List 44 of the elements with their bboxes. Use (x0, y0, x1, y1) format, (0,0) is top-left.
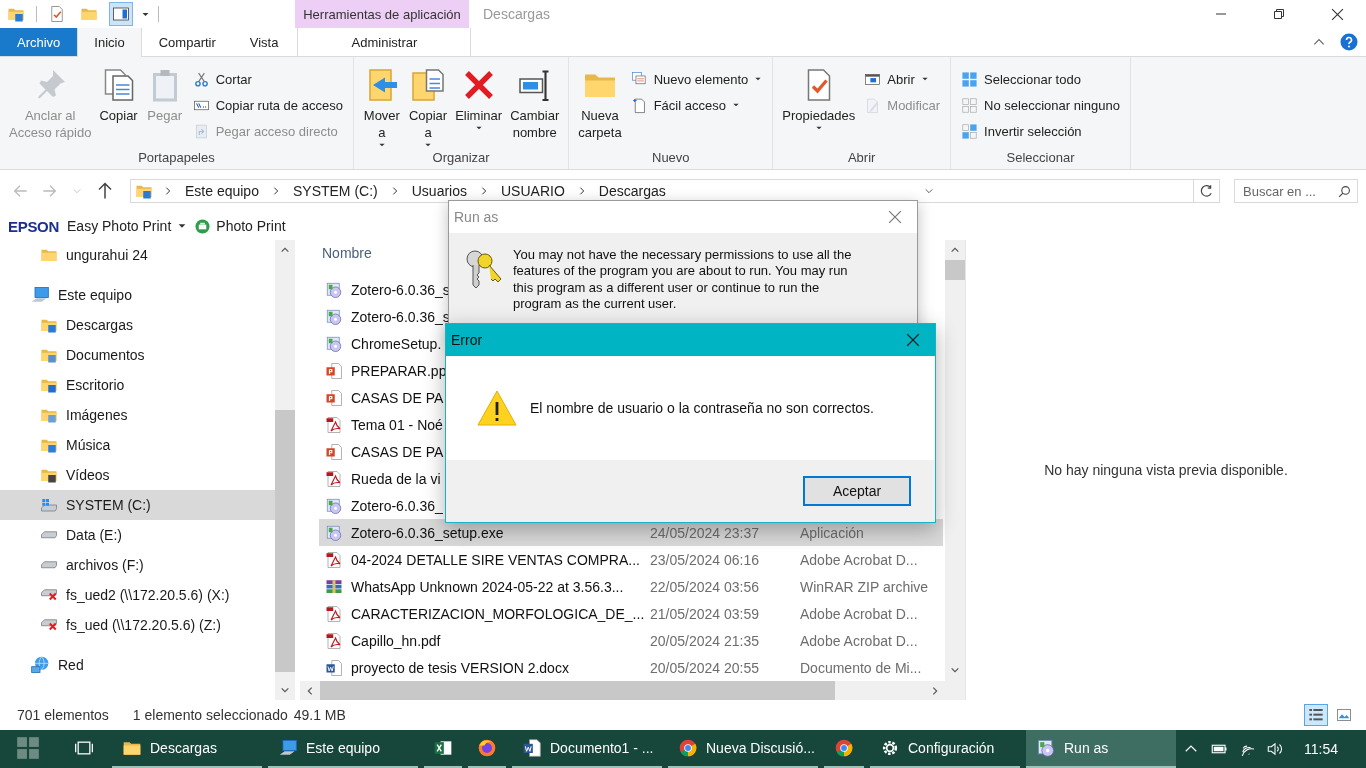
group-label: Portapapeles (137, 150, 216, 167)
item-count: 701 elementos (17, 707, 109, 723)
file-date: 22/05/2024 03:56 (650, 578, 760, 595)
clock: 11:54 (1304, 741, 1338, 757)
group-label: Abrir (846, 150, 877, 167)
context-tab-header: Herramientas de aplicación (295, 0, 469, 28)
dialog-message: You may not have the necessary permissions to use all the features of the program you are about to run. You may run this program as a different user or continue to run the program as the current user. (513, 247, 853, 313)
group-label: Seleccionar (1005, 150, 1076, 167)
file-date: 21/05/2024 03:59 (650, 605, 760, 622)
file-name: CARACTERIZACION_MORFOLOGICA_DE_... (351, 605, 645, 622)
file-name: proyecto de tesis VERSION 2.docx (351, 659, 569, 676)
file-date: 20/05/2024 21:35 (650, 632, 760, 649)
file-name: WhatsApp Unknown 2024-05-22 at 3.56.3... (351, 578, 624, 595)
file-name: Rueda de la vi (351, 470, 441, 487)
file-name: Zotero-6.0.36_setup.exe (351, 524, 504, 541)
file-name: Zotero-6.0.36_ (351, 497, 443, 514)
file-name: Tema 01 - Noé (351, 416, 443, 433)
selection-size: 49.1 MB (293, 707, 346, 723)
file-name: PREPARAR.pp (351, 362, 447, 379)
file-name: Zotero-6.0.36_s (351, 308, 450, 325)
file-type: Adobe Acrobat D... (800, 551, 918, 568)
group-label: Nuevo (651, 150, 691, 167)
file-type: Adobe Acrobat D... (800, 632, 918, 649)
file-name: Zotero-6.0.36_s (351, 281, 450, 298)
dialog-title: Run as (454, 209, 499, 225)
file-type: Adobe Acrobat D... (800, 605, 918, 622)
file-type: WinRAR ZIP archive (800, 578, 929, 595)
file-name: 04-2024 DETALLE SIRE VENTAS COMPRA... (351, 551, 640, 568)
dialog-message: El nombre de usuario o la contraseña no son correctos. (530, 400, 874, 416)
file-date: 20/05/2024 20:55 (650, 659, 760, 676)
file-name: Capillo_hn.pdf (351, 632, 441, 649)
selection-info: 1 elemento seleccionado (132, 707, 288, 723)
preview-message: No hay ninguna vista previa disponible. (1044, 462, 1288, 478)
window-title: Descargas (483, 5, 551, 24)
file-name: CASAS DE PA (351, 443, 444, 460)
file-name: ChromeSetup. (351, 335, 442, 352)
brand-logo: EPSON (8, 217, 59, 235)
file-date: 24/05/2024 23:37 (650, 524, 760, 541)
file-date: 23/05/2024 06:16 (650, 551, 760, 568)
file-type: Documento de Mi... (800, 659, 922, 676)
file-name: CASAS DE PA (351, 389, 444, 406)
file-type: Aplicación (800, 524, 864, 541)
group-label: Organizar (431, 150, 491, 167)
dialog-title: Error (451, 332, 483, 348)
